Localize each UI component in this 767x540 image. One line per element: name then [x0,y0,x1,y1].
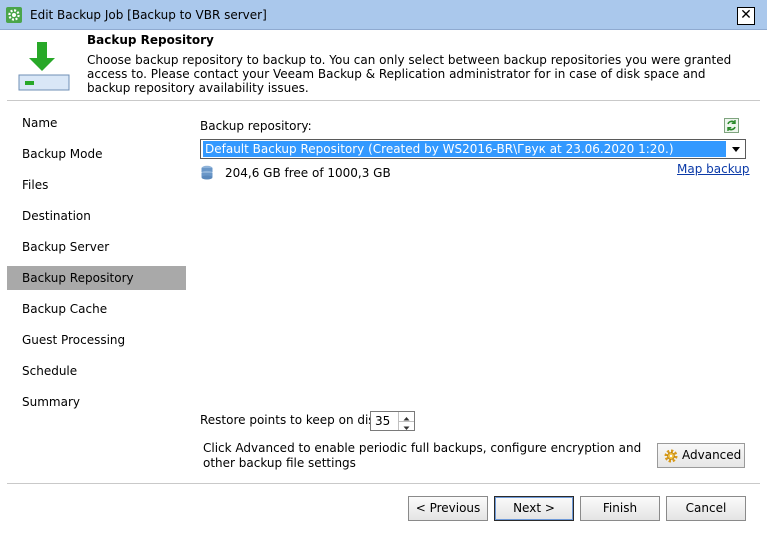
refresh-icon[interactable] [724,118,739,133]
free-space-text: 204,6 GB free of 1000,3 GB [225,166,391,180]
next-button[interactable]: Next > [494,496,574,521]
window-title: Edit Backup Job [Backup to VBR server] [30,8,267,22]
restore-points-stepper[interactable]: 35 [370,411,415,431]
restore-points-label: Restore points to keep on disk: [200,413,386,427]
repository-selected-value: Default Backup Repository (Created by WS… [203,141,726,157]
advanced-button-label: Advanced [682,448,742,462]
sidebar-item-backup-repository[interactable]: Backup Repository [7,266,186,290]
map-backup-link[interactable]: Map backup [677,162,750,176]
download-to-disk-icon [17,40,71,92]
restore-points-value[interactable]: 35 [375,414,390,428]
sidebar-item-backup-mode[interactable]: Backup Mode [7,142,186,166]
app-gear-icon [6,7,22,23]
advanced-button[interactable]: Advanced [657,443,745,468]
close-button[interactable]: ✕ [737,7,755,25]
sidebar-item-guest-processing[interactable]: Guest Processing [7,328,186,352]
cancel-button[interactable]: Cancel [666,496,746,521]
advanced-description: Click Advanced to enable periodic full b… [203,441,642,470]
header-description: Choose backup repository to backup to. Y… [87,53,732,95]
sidebar-item-name[interactable]: Name [7,111,186,135]
sidebar-item-backup-cache[interactable]: Backup Cache [7,297,186,321]
wizard-header: Backup Repository Choose backup reposito… [7,30,760,98]
chevron-down-icon[interactable] [727,140,745,158]
sidebar-item-backup-server[interactable]: Backup Server [7,235,186,259]
gear-icon [663,448,679,464]
backup-repository-select[interactable]: Default Backup Repository (Created by WS… [200,139,746,159]
sidebar-item-files[interactable]: Files [7,173,186,197]
footer-divider [7,483,760,484]
backup-repository-label: Backup repository: [200,119,312,133]
previous-button[interactable]: < Previous [408,496,488,521]
sidebar-item-schedule[interactable]: Schedule [7,359,186,383]
sidebar-item-destination[interactable]: Destination [7,204,186,228]
header-title: Backup Repository [87,33,214,47]
spin-down-icon[interactable] [398,421,414,430]
spin-up-icon[interactable] [398,412,414,421]
sidebar-item-summary[interactable]: Summary [7,390,186,414]
finish-button[interactable]: Finish [580,496,660,521]
header-divider [7,100,760,101]
database-icon [201,165,213,181]
